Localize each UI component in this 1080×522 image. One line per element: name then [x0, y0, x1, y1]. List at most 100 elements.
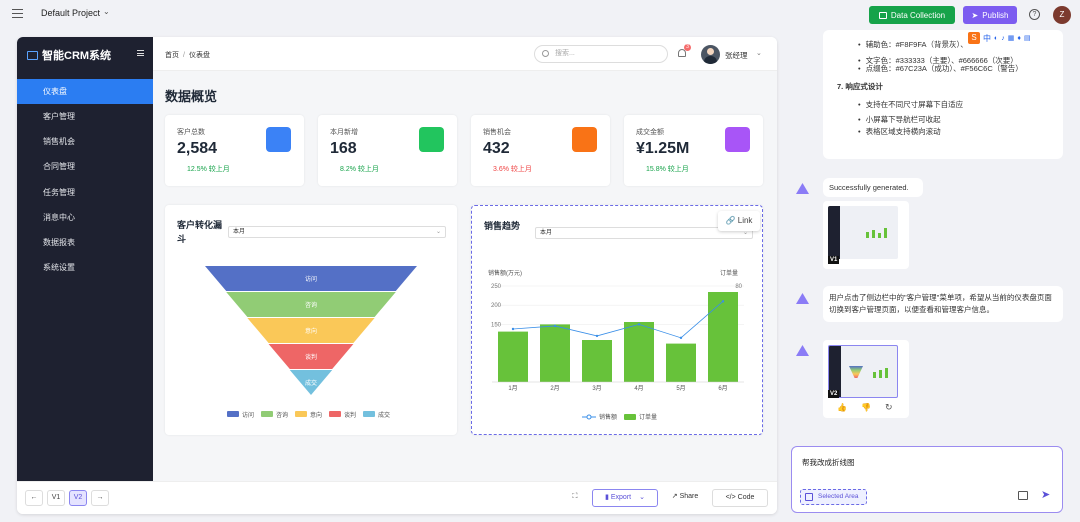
nav-item-reports[interactable]: 数据报表 [17, 230, 153, 255]
bar [666, 343, 696, 382]
search-input[interactable]: 搜索... [534, 45, 668, 63]
legend-label[interactable]: 订单量 [639, 413, 657, 421]
code-button[interactable]: </> Code [712, 489, 768, 507]
spec-item: 支持在不同尺寸屏幕下自适应 [858, 99, 964, 110]
keyboard-icon[interactable]: ▦ [1008, 34, 1015, 42]
share-label: Share [679, 493, 699, 500]
nav-item-tasks[interactable]: 任务管理 [17, 180, 153, 205]
legend-swatch[interactable] [261, 411, 273, 417]
legend-swatch[interactable] [295, 411, 307, 417]
stat-card: 本月新增 168 8.2% 较上月 [318, 115, 457, 186]
collapse-menu-icon[interactable] [137, 50, 144, 56]
version-v1-button[interactable]: V1 [47, 490, 65, 506]
ime-mode[interactable]: 中 [983, 33, 991, 44]
line-point [553, 324, 557, 328]
y-tick-label: 150 [491, 322, 502, 328]
publish-button[interactable]: ➤ Publish [963, 6, 1017, 24]
notification-badge: 3 [684, 44, 691, 51]
stat-icon [266, 127, 291, 152]
y2-tick-label: 80 [735, 284, 742, 290]
brand-name: 智能CRM系统 [42, 50, 112, 62]
version-thumbnail-v1[interactable]: V1 [823, 201, 909, 269]
nav-item-settings[interactable]: 系统设置 [17, 255, 153, 280]
next-arrow-icon[interactable]: → [91, 490, 109, 506]
funnel-chart: 访问咨询意向谈判成交访问 咨询 意向 谈判 成交 [205, 266, 417, 419]
legend-marker[interactable] [586, 414, 592, 420]
legend-label[interactable]: 成交 [378, 411, 390, 419]
moon-icon[interactable]: ◐ [994, 35, 998, 42]
nav-item-contracts[interactable]: 合同管理 [17, 154, 153, 179]
thumbs-down-icon[interactable]: 👎 [861, 403, 871, 412]
bar [498, 331, 528, 382]
y-axis-label: 销售额(万元) [488, 269, 522, 277]
menu-icon[interactable] [12, 9, 23, 18]
funnel-label: 咨询 [305, 301, 317, 309]
legend-label[interactable]: 谈判 [344, 411, 356, 419]
stat-label: 本月新增 [330, 129, 358, 136]
stat-card: 客户总数 2,584 12.5% 较上月 [165, 115, 304, 186]
sales-chart: 销售额(万元) 订单量 250 200 150 80 1月 2月 3月 4月 5月 6月销售额 订单量 [488, 269, 744, 421]
brand: 智能CRM系统 [27, 47, 111, 63]
bar [624, 322, 654, 382]
user-avatar-photo[interactable] [701, 45, 720, 64]
chat-input-text[interactable]: 帮我改成折线图 [802, 457, 855, 468]
selected-area-chip[interactable]: Selected Area [800, 489, 867, 505]
stat-value: 168 [330, 140, 357, 157]
thumbs-up-icon[interactable]: 👍 [837, 403, 847, 412]
image-icon[interactable] [1018, 491, 1028, 500]
prev-arrow-icon[interactable]: ← [25, 490, 43, 506]
export-button[interactable]: ▮ Export ⌄ [592, 489, 658, 507]
link-button[interactable]: 🔗 Link [718, 211, 760, 231]
legend-swatch[interactable] [363, 411, 375, 417]
version-v2-button[interactable]: V2 [69, 490, 87, 506]
y2-axis-label: 订单量 [720, 269, 738, 277]
legend-label[interactable]: 销售额 [599, 413, 617, 421]
legend-label[interactable]: 咨询 [276, 411, 288, 419]
funnel-label: 谈判 [305, 353, 317, 361]
mic-icon[interactable]: ♪ [1001, 35, 1005, 42]
legend-swatch[interactable] [624, 414, 636, 420]
stat-label: 客户总数 [177, 129, 205, 136]
nav-item-dashboard[interactable]: 仪表盘 [17, 79, 153, 104]
nav-item-customers[interactable]: 客户管理 [17, 104, 153, 129]
chevron-down-icon[interactable]: ⌄ [756, 49, 762, 57]
breadcrumb-separator: / [183, 52, 185, 59]
breadcrumb-current: 仪表盘 [188, 52, 210, 59]
share-button[interactable]: ↗ Share [664, 489, 706, 507]
nav-item-messages[interactable]: 消息中心 [17, 205, 153, 230]
stat-change: 12.5% 较上月 [187, 166, 230, 173]
monitor-icon [27, 50, 38, 60]
user-name[interactable]: 张经理 [725, 50, 748, 61]
assistant-icon [796, 181, 809, 194]
data-collection-button[interactable]: Data Collection [869, 6, 955, 24]
crm-main: 首页 / 仪表盘 搜索... 3 张经理 ⌄ 数据概览 客户总数 2,584 12.… [153, 37, 777, 481]
version-tag: V2 [828, 390, 840, 398]
shirt-icon[interactable]: ♦ [1017, 35, 1021, 42]
funnel-label: 访问 [305, 275, 317, 283]
page-title: 数据概览 [165, 89, 218, 104]
chevron-down-icon[interactable]: ⌄ [103, 7, 110, 16]
stat-label: 成交金额 [636, 129, 664, 136]
legend-swatch[interactable] [227, 411, 239, 417]
sales-panel[interactable]: 销售趋势 本月 ⌄ 销售额(万元) 订单量 250 200 150 80 1月 2月 3月 4月 5月… [471, 205, 763, 435]
publish-label: Publish [982, 10, 1009, 20]
breadcrumb-home[interactable]: 首页 [165, 52, 179, 59]
user-avatar[interactable]: Z [1053, 6, 1071, 24]
line-point [637, 323, 641, 326]
breadcrumb: 首页 / 仪表盘 [165, 50, 210, 60]
nav-item-opportunities[interactable]: 销售机会 [17, 129, 153, 154]
fullscreen-icon[interactable]: ⛶ [566, 489, 584, 507]
legend-label[interactable]: 访问 [242, 411, 254, 419]
legend-swatch[interactable] [329, 411, 341, 417]
stat-value: 2,584 [177, 140, 218, 157]
refresh-icon[interactable]: ↻ [885, 402, 893, 413]
help-icon[interactable]: ? [1029, 9, 1040, 20]
grid-icon[interactable]: ▤ [1024, 34, 1031, 42]
version-thumbnail-v2[interactable]: V2 👍 👎 ↻ [823, 340, 909, 418]
stat-label: 销售机会 [483, 129, 511, 136]
send-icon[interactable]: ➤ [1041, 488, 1050, 501]
chat-input[interactable]: 帮我改成折线图 Selected Area ➤ [791, 446, 1063, 513]
version-tag: V1 [828, 256, 840, 264]
project-name[interactable]: Default Project [41, 8, 100, 18]
legend-label[interactable]: 意向 [310, 411, 322, 419]
